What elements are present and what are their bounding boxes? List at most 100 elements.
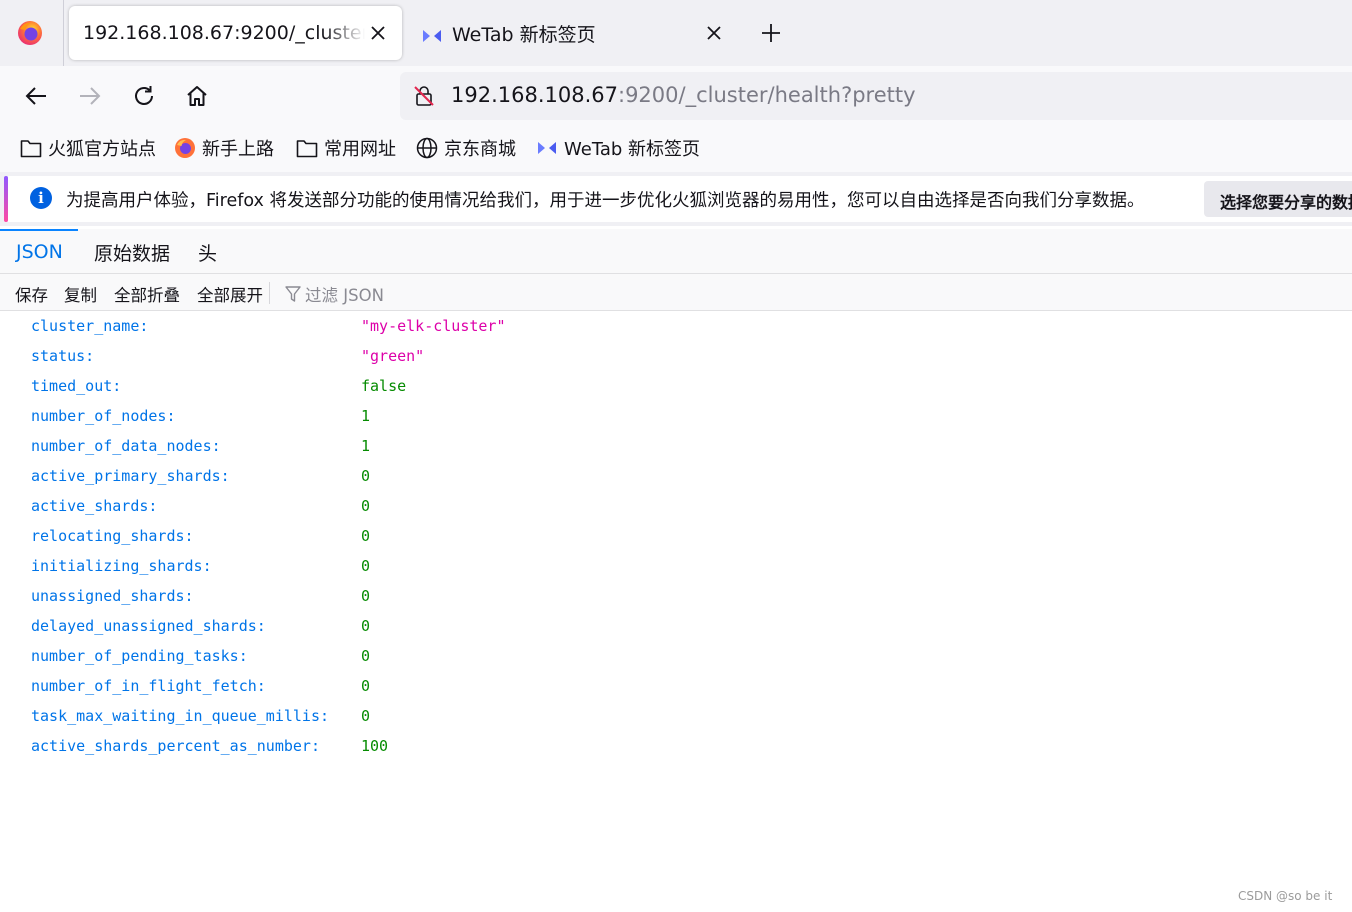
bookmark-label: 新手上路 [202,139,274,160]
table-row[interactable]: delayed_unassigned_shards: 0 [0,611,1352,641]
bookmarks-toolbar: 火狐官方站点 新手上路 常用网址 京东商城 WeTab 新标签页 [0,126,1352,172]
table-row[interactable]: initializing_shards: 0 [0,551,1352,581]
telemetry-notification-bar: i 为提高用户体验，Firefox 将发送部分功能的使用情况给我们，用于进一步优… [0,172,1352,226]
bookmark-label: 火狐官方站点 [48,139,156,160]
toolbar-divider [269,282,270,304]
tab-title: WeTab 新标签页 [452,23,596,46]
bookmark-getting-started[interactable]: 新手上路 [174,134,274,162]
json-value: 0 [361,497,371,515]
json-key: unassigned_shards: [31,587,194,605]
json-value: 0 [361,467,371,485]
firefox-icon [175,138,195,158]
table-row[interactable]: task_max_waiting_in_queue_millis: 0 [0,701,1352,731]
tab-strip: 192.168.108.67:9200/_cluster/health?pret… [0,0,1352,66]
info-icon: i [30,187,52,209]
json-value: 0 [361,617,371,635]
globe-icon [416,137,438,159]
json-key: active_shards: [31,497,158,515]
json-key: active_primary_shards: [31,467,230,485]
json-key: status: [31,347,95,365]
back-arrow-icon[interactable] [22,82,50,110]
forward-arrow-icon[interactable] [76,82,104,110]
json-value: false [361,377,407,395]
json-key: number_of_in_flight_fetch: [31,677,266,695]
json-value: 100 [361,737,389,755]
close-icon[interactable] [367,22,389,44]
table-row[interactable]: active_shards_percent_as_number: 100 [0,731,1352,761]
new-tab-plus-icon[interactable] [758,20,784,46]
json-key: task_max_waiting_in_queue_millis: [31,707,330,725]
json-key: number_of_nodes: [31,407,176,425]
json-value: 0 [361,587,371,605]
tab-raw-data[interactable]: 原始数据 [94,229,170,273]
table-row[interactable]: number_of_pending_tasks: 0 [0,641,1352,671]
url-path: :9200/_cluster/health?pretty [618,83,916,107]
collapse-all-button[interactable]: 全部折叠 [114,282,180,306]
json-key: cluster_name: [31,317,149,335]
folder-icon [296,140,318,158]
json-value: 1 [361,407,371,425]
table-row[interactable]: cluster_name: "my-elk-cluster" [0,311,1352,341]
filter-json-input[interactable]: 过滤 JSON [285,282,384,306]
json-key: timed_out: [31,377,122,395]
firefox-menu-icon[interactable] [14,17,46,49]
json-value: 0 [361,557,371,575]
bookmark-firefox-official[interactable]: 火狐官方站点 [20,134,156,162]
url-bar[interactable]: 192.168.108.67:9200/_cluster/health?pret… [400,72,1352,120]
expand-all-button[interactable]: 全部展开 [197,282,263,306]
navigation-bar: 192.168.108.67:9200/_cluster/health?pret… [0,66,1352,126]
tab-title: 192.168.108.67:9200/_cluster/health?pret… [83,22,365,44]
json-key: active_shards_percent_as_number: [31,737,320,755]
json-key: delayed_unassigned_shards: [31,617,266,635]
bookmark-wetab[interactable]: WeTab 新标签页 [536,134,700,162]
table-row[interactable]: active_shards: 0 [0,491,1352,521]
tab-headers[interactable]: 头 [198,229,217,273]
json-toolbar: 保存 复制 全部折叠 全部展开 过滤 JSON [0,274,1352,311]
table-row[interactable]: number_of_in_flight_fetch: 0 [0,671,1352,701]
wetab-icon [538,142,556,154]
tab-json[interactable]: JSON [0,229,78,273]
copy-button[interactable]: 复制 [64,282,97,306]
json-viewer-tabs: JSON 原始数据 头 [0,229,1352,274]
filter-icon [285,286,301,302]
notification-text: 为提高用户体验，Firefox 将发送部分功能的使用情况给我们，用于进一步优化火… [66,191,1145,211]
filter-placeholder: 过滤 JSON [305,286,384,305]
json-value: 0 [361,677,371,695]
watermark: CSDN @so be it [1238,889,1333,903]
bookmark-label: 京东商城 [444,139,516,160]
bookmark-common-sites[interactable]: 常用网址 [296,134,396,162]
reload-icon[interactable] [130,82,158,110]
tab-cluster-health[interactable]: 192.168.108.67:9200/_cluster/health?pret… [69,6,402,60]
table-row[interactable]: relocating_shards: 0 [0,521,1352,551]
json-value: "my-elk-cluster" [361,317,506,335]
bookmark-label: 常用网址 [324,139,396,160]
json-value: 0 [361,527,371,545]
bookmark-jd[interactable]: 京东商城 [416,134,516,162]
json-value: 0 [361,707,371,725]
table-row[interactable]: status: "green" [0,341,1352,371]
table-row[interactable]: number_of_data_nodes: 1 [0,431,1352,461]
folder-icon [20,140,42,158]
url-text: 192.168.108.67:9200/_cluster/health?pret… [451,83,916,107]
save-button[interactable]: 保存 [15,282,48,306]
json-value: 0 [361,647,371,665]
table-row[interactable]: timed_out: false [0,371,1352,401]
table-row[interactable]: active_primary_shards: 0 [0,461,1352,491]
insecure-lock-icon[interactable] [413,85,435,107]
json-key: initializing_shards: [31,557,212,575]
bookmark-label: WeTab 新标签页 [564,139,701,160]
home-icon[interactable] [183,82,211,110]
wetab-icon [422,26,442,48]
table-row[interactable]: unassigned_shards: 0 [0,581,1352,611]
choose-data-button[interactable]: 选择您要分享的数据 [1204,181,1352,217]
json-key: relocating_shards: [31,527,194,545]
json-value: 1 [361,437,371,455]
table-row[interactable]: number_of_nodes: 1 [0,401,1352,431]
json-value: "green" [361,347,425,365]
close-icon[interactable] [703,22,725,44]
tab-wetab[interactable]: WeTab 新标签页 [410,6,740,60]
json-key: number_of_pending_tasks: [31,647,248,665]
tab-separator [63,0,64,66]
json-key: number_of_data_nodes: [31,437,221,455]
url-host: 192.168.108.67 [451,83,618,107]
